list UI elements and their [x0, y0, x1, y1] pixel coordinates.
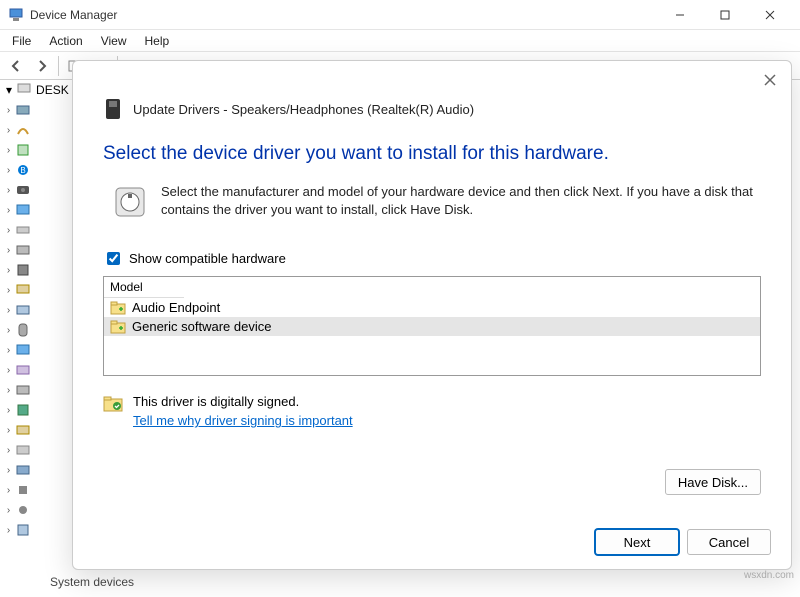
watermark: wsxdn.com: [744, 570, 794, 581]
tree-category[interactable]: ›: [4, 420, 72, 440]
tree-category[interactable]: ›: [4, 100, 72, 120]
tree-category[interactable]: ›: [4, 360, 72, 380]
menu-action[interactable]: Action: [41, 32, 90, 50]
signed-icon: [103, 396, 123, 412]
menu-view[interactable]: View: [93, 32, 135, 50]
driver-icon: [110, 320, 126, 334]
tree-category[interactable]: ›: [4, 120, 72, 140]
app-icon: [8, 7, 24, 23]
list-item-label: Audio Endpoint: [132, 300, 220, 315]
dialog-header-title: Update Drivers - Speakers/Headphones (Re…: [133, 102, 474, 117]
collapse-icon: ▾: [6, 83, 12, 97]
menu-help[interactable]: Help: [137, 32, 178, 50]
tree-category[interactable]: ›: [4, 220, 72, 240]
cancel-button[interactable]: Cancel: [687, 529, 771, 555]
have-disk-button[interactable]: Have Disk...: [665, 469, 761, 495]
model-listbox[interactable]: Model Audio Endpoint Generic software de…: [103, 276, 761, 376]
show-compatible-checkbox[interactable]: [107, 252, 120, 265]
tree-category[interactable]: ›: [4, 320, 72, 340]
info-icon: [113, 185, 147, 219]
tree-category[interactable]: ›: [4, 340, 72, 360]
titlebar: Device Manager: [0, 0, 800, 30]
list-header-model[interactable]: Model: [104, 277, 184, 298]
tree-category[interactable]: ›B: [4, 160, 72, 180]
tree-root-label: DESK: [36, 83, 69, 97]
tree-category[interactable]: ›: [4, 280, 72, 300]
tree-category[interactable]: ›: [4, 240, 72, 260]
maximize-button[interactable]: [702, 1, 747, 29]
tree-category[interactable]: ›: [4, 520, 72, 540]
dialog-heading: Select the device driver you want to ins…: [73, 127, 791, 175]
list-item-label: Generic software device: [132, 319, 271, 334]
window-close-button[interactable]: [747, 1, 792, 29]
dialog-close-button[interactable]: [759, 69, 781, 91]
next-button[interactable]: Next: [595, 529, 679, 555]
menubar: File Action View Help: [0, 30, 800, 52]
window-title: Device Manager: [30, 8, 657, 22]
tree-category[interactable]: ›: [4, 300, 72, 320]
tree-category[interactable]: ›: [4, 480, 72, 500]
tree-category[interactable]: ›: [4, 400, 72, 420]
device-tree[interactable]: ▾ DESK › › › ›B › › › › › › › › › › › › …: [0, 80, 72, 597]
svg-text:B: B: [20, 166, 25, 175]
dialog-info-text: Select the manufacturer and model of you…: [161, 183, 761, 219]
back-button[interactable]: [4, 55, 28, 77]
driver-icon: [110, 301, 126, 315]
minimize-button[interactable]: [657, 1, 702, 29]
toolbar-separator: [58, 56, 59, 76]
signing-info-link[interactable]: Tell me why driver signing is important: [133, 413, 353, 428]
tree-root[interactable]: ▾ DESK: [4, 80, 72, 100]
list-item[interactable]: Generic software device: [104, 317, 760, 336]
tree-category[interactable]: ›: [4, 180, 72, 200]
computer-icon: [16, 81, 32, 100]
tree-category[interactable]: ›: [4, 200, 72, 220]
device-icon: [103, 97, 123, 121]
tree-category[interactable]: ›: [4, 260, 72, 280]
tree-category[interactable]: ›: [4, 380, 72, 400]
update-driver-dialog: Update Drivers - Speakers/Headphones (Re…: [72, 60, 792, 570]
tree-category-label[interactable]: System devices: [50, 575, 134, 589]
tree-category[interactable]: ›: [4, 440, 72, 460]
signed-text: This driver is digitally signed.: [133, 394, 353, 409]
show-compatible-label: Show compatible hardware: [129, 251, 286, 266]
tree-category[interactable]: ›: [4, 460, 72, 480]
tree-category[interactable]: ›: [4, 500, 72, 520]
list-item[interactable]: Audio Endpoint: [104, 298, 760, 317]
tree-category[interactable]: ›: [4, 140, 72, 160]
menu-file[interactable]: File: [4, 32, 39, 50]
forward-button[interactable]: [30, 55, 54, 77]
